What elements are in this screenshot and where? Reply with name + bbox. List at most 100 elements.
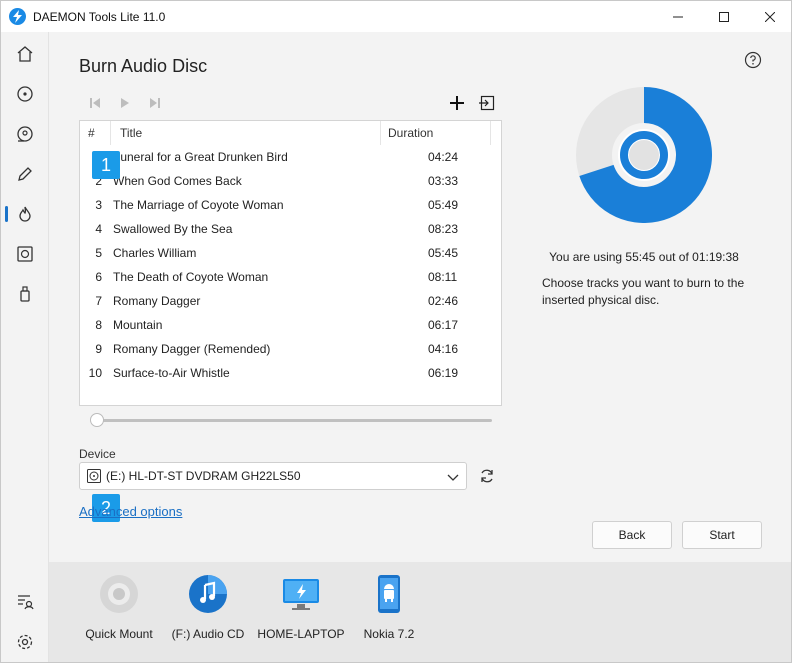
- table-row[interactable]: 5 Charles William 05:45: [80, 241, 490, 265]
- window-title: DAEMON Tools Lite 11.0: [33, 10, 166, 24]
- sidebar-item-home[interactable]: [1, 34, 49, 74]
- track-duration: 04:16: [428, 342, 459, 356]
- settings-icon: [17, 634, 33, 650]
- device-label-audio-cd: (F:) Audio CD: [171, 627, 245, 641]
- table-row[interactable]: 7 Romany Dagger 02:46: [80, 289, 490, 313]
- column-separator: [110, 121, 111, 145]
- imaging-icon: [17, 246, 33, 262]
- chevron-down-icon: [447, 474, 459, 481]
- refresh-icon[interactable]: [478, 467, 496, 485]
- device-quick-mount[interactable]: Quick Mount: [74, 574, 164, 642]
- play-button[interactable]: [117, 95, 133, 111]
- hint-text: Choose tracks you want to burn to the in…: [542, 276, 745, 307]
- sidebar-item-license[interactable]: [1, 582, 49, 622]
- device-value: (E:) HL-DT-ST DVDRAM GH22LS50: [106, 469, 301, 483]
- track-title: Romany Dagger: [113, 294, 201, 308]
- help-icon[interactable]: [744, 51, 762, 69]
- back-button[interactable]: Back: [592, 521, 672, 549]
- sidebar-item-disc[interactable]: [1, 74, 49, 114]
- sidebar-item-editor[interactable]: [1, 154, 49, 194]
- device-label-home-laptop: HOME-LAPTOP: [257, 627, 345, 641]
- disc-usage-chart: [576, 87, 712, 223]
- editor-icon: [18, 167, 32, 181]
- android-phone-icon: [369, 574, 409, 614]
- track-title: The Marriage of Coyote Woman: [113, 198, 284, 212]
- add-track-icon[interactable]: [448, 94, 466, 112]
- next-track-button[interactable]: [147, 95, 163, 111]
- table-row[interactable]: 4 Swallowed By the Sea 08:23: [80, 217, 490, 241]
- track-title: Swallowed By the Sea: [113, 222, 233, 236]
- main-panel: Burn Audio Disc # Title Duration 1Funera…: [49, 32, 791, 562]
- skip-back-icon: [90, 98, 100, 108]
- daemon-logo-icon: [9, 8, 26, 25]
- license-icon: [18, 595, 34, 610]
- quick-mount-icon: [99, 574, 139, 614]
- optical-drive-icon: [87, 469, 101, 483]
- table-row[interactable]: 10 Surface-to-Air Whistle 06:19: [80, 361, 490, 385]
- column-header-number[interactable]: #: [88, 121, 95, 145]
- track-number: 9: [95, 342, 102, 356]
- device-label-nokia: Nokia 7.2: [363, 627, 415, 641]
- table-scrollbar[interactable]: [490, 145, 501, 405]
- playback-slider-thumb[interactable]: [90, 413, 104, 427]
- disc-icon: [17, 86, 33, 102]
- track-duration: 03:33: [428, 174, 459, 188]
- column-separator: [490, 121, 491, 145]
- track-duration: 06:19: [428, 366, 459, 380]
- track-title: When God Comes Back: [113, 174, 242, 188]
- device-nokia[interactable]: Nokia 7.2: [344, 574, 434, 642]
- track-duration: 08:23: [428, 222, 459, 236]
- page-title: Burn Audio Disc: [79, 56, 208, 76]
- sidebar-item-settings[interactable]: [1, 622, 49, 662]
- home-icon: [17, 46, 33, 62]
- sidebar-item-images[interactable]: [1, 114, 49, 154]
- previous-track-button[interactable]: [87, 95, 103, 111]
- column-header-title[interactable]: Title: [120, 121, 142, 145]
- usage-center: [629, 140, 659, 170]
- track-duration: 08:11: [428, 270, 458, 284]
- sidebar-item-usb[interactable]: [1, 274, 49, 314]
- table-row[interactable]: 8 Mountain 06:17: [80, 313, 490, 337]
- device-home-laptop[interactable]: HOME-LAPTOP: [256, 574, 346, 642]
- images-icon: [17, 126, 33, 142]
- monitor-icon: [281, 574, 321, 614]
- advanced-options-link[interactable]: Advanced options: [79, 504, 182, 519]
- device-bar: Quick Mount (F:) Audio CD HOME-LAPTOP No…: [49, 562, 791, 662]
- playback-slider-track[interactable]: [95, 419, 492, 422]
- device-dropdown[interactable]: (E:) HL-DT-ST DVDRAM GH22LS50: [79, 462, 467, 490]
- device-label: Device: [79, 447, 116, 461]
- play-icon: [121, 98, 129, 108]
- burn-icon: [19, 206, 31, 222]
- track-number: 7: [95, 294, 102, 308]
- maximize-button[interactable]: [701, 1, 747, 32]
- track-number: 10: [88, 366, 102, 380]
- track-duration: 02:46: [428, 294, 459, 308]
- column-separator: [380, 121, 381, 145]
- step-badge-1: 1: [92, 151, 120, 179]
- track-number: 3: [95, 198, 102, 212]
- column-header-duration[interactable]: Duration: [388, 121, 433, 145]
- sidebar-item-imaging[interactable]: [1, 234, 49, 274]
- track-table: # Title Duration 1Funeral for a Great Dr…: [79, 120, 502, 406]
- track-title: Funeral for a Great Drunken Bird: [113, 150, 288, 164]
- table-row[interactable]: 1Funeral for a Great Drunken Bird04:24: [80, 145, 490, 169]
- sidebar-item-burn[interactable]: [1, 194, 49, 234]
- music-disc-icon: [188, 574, 228, 614]
- device-label-quick-mount: Quick Mount: [85, 627, 153, 641]
- track-number: 5: [95, 246, 102, 260]
- track-title: Romany Dagger (Remended): [113, 342, 271, 356]
- track-title: Charles William: [113, 246, 197, 260]
- table-row[interactable]: 9 Romany Dagger (Remended) 04:16: [80, 337, 490, 361]
- table-row[interactable]: 3 The Marriage of Coyote Woman 05:49: [80, 193, 490, 217]
- close-button[interactable]: [747, 1, 791, 32]
- track-duration: 06:17: [428, 318, 459, 332]
- minimize-button[interactable]: [655, 1, 701, 32]
- table-row[interactable]: 2 When God Comes Back 03:33: [80, 169, 490, 193]
- start-button[interactable]: Start: [682, 521, 762, 549]
- table-row[interactable]: 6 The Death of Coyote Woman 08:11: [80, 265, 490, 289]
- device-audio-cd[interactable]: (F:) Audio CD: [163, 574, 253, 642]
- track-title: Surface-to-Air Whistle: [113, 366, 230, 380]
- track-title: The Death of Coyote Woman: [113, 270, 269, 284]
- usage-text: You are using 55:45 out of 01:19:38: [549, 250, 739, 264]
- import-icon[interactable]: [478, 94, 496, 112]
